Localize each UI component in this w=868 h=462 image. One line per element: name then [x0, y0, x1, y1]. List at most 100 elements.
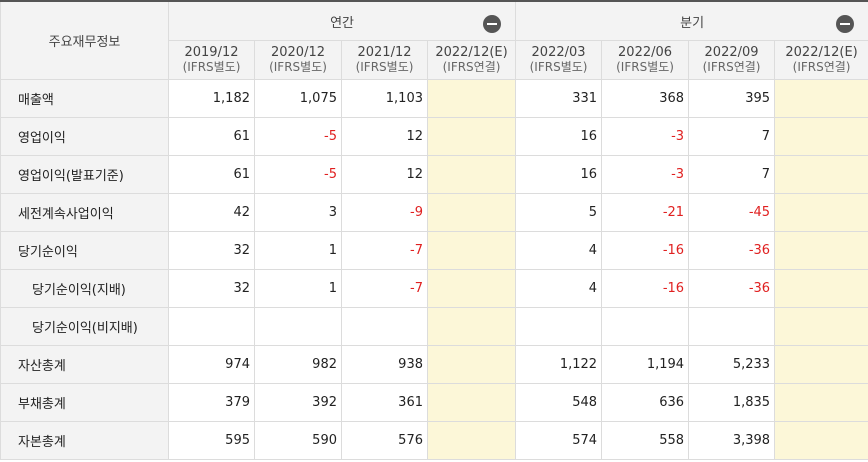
table-cell [774, 345, 868, 384]
table-cell: 636 [601, 383, 690, 422]
table-cell: -16 [601, 269, 690, 308]
table-cell [426, 79, 517, 118]
table-cell [426, 307, 517, 346]
table-cell: 3,398 [688, 421, 776, 460]
table-cell: 1,182 [168, 79, 255, 118]
table-cell: -7 [341, 231, 428, 270]
row-label: 당기순이익(지배) [0, 269, 169, 308]
table-cell [515, 307, 603, 346]
period-basis: (IFRS별도) [529, 60, 588, 74]
table-cell: 61 [168, 155, 255, 194]
table-cell [168, 307, 255, 346]
table-cell: 1,122 [515, 345, 603, 384]
period-basis: (IFRS연결) [442, 60, 501, 74]
table-cell: 368 [601, 79, 690, 118]
table-cell: 974 [168, 345, 255, 384]
table-cell [774, 383, 868, 422]
table-cell [774, 155, 868, 194]
table-cell: 42 [168, 193, 255, 232]
table-cell: 32 [168, 231, 255, 270]
annual-group-header: 연간 [167, 0, 517, 41]
table-cell: 395 [688, 79, 776, 118]
period-date: 2022/12(E) [435, 45, 508, 60]
table-cell: 361 [341, 383, 428, 422]
table-cell [601, 307, 690, 346]
table-row: 자산총계 974 982 938 1,122 1,194 5,233 [0, 345, 868, 384]
period-header-8: 2022/12(E) (IFRS연결) [774, 40, 868, 80]
row-label: 부채총계 [0, 383, 169, 422]
table-cell: -36 [688, 231, 776, 270]
table-cell: 4 [515, 231, 603, 270]
row-label: 당기순이익(비지배) [0, 307, 169, 346]
table-cell [341, 307, 428, 346]
table-cell [688, 307, 776, 346]
table-cell: -5 [254, 155, 342, 194]
period-basis: (IFRS별도) [616, 60, 674, 74]
table-cell: 1,835 [688, 383, 776, 422]
period-date: 2022/12(E) [785, 45, 858, 60]
table-title: 주요재무정보 [0, 0, 169, 80]
table-row: 영업이익(발표기준) 61 -5 12 16 -3 7 [0, 155, 868, 194]
table-cell [426, 345, 517, 384]
table-cell [774, 231, 868, 270]
table-cell: 595 [168, 421, 255, 460]
table-row: 세전계속사업이익 42 3 -9 5 -21 -45 [0, 193, 868, 232]
table-cell: -3 [601, 155, 690, 194]
table-cell: 331 [515, 79, 603, 118]
table-cell [774, 307, 868, 346]
table-cell: 32 [168, 269, 255, 308]
table-cell [426, 117, 517, 156]
table-cell [426, 269, 517, 308]
financial-summary-table: 주요재무정보 연간 분기 2019/12 (IFRS별도) 2020/12 (IFRS… [0, 0, 868, 460]
table-cell [426, 421, 517, 460]
table-cell: 379 [168, 383, 255, 422]
table-row: 당기순이익(지배) 32 1 -7 4 -16 -36 [0, 269, 868, 308]
table-cell: -5 [254, 117, 342, 156]
table-cell: -9 [341, 193, 428, 232]
table-row: 영업이익 61 -5 12 16 -3 7 [0, 117, 868, 156]
row-label: 영업이익 [0, 117, 169, 156]
period-date: 2019/12 [184, 45, 239, 60]
period-header-1: 2019/12 (IFRS별도) [168, 40, 255, 80]
table-row: 자본총계 595 590 576 574 558 3,398 [0, 421, 868, 460]
quarterly-collapse-icon[interactable] [836, 15, 855, 33]
table-cell: 548 [515, 383, 603, 422]
table-cell: 4 [515, 269, 603, 308]
period-basis: (IFRS별도) [182, 60, 241, 74]
table-cell [774, 269, 868, 308]
table-cell: 16 [515, 155, 603, 194]
table-cell [774, 117, 868, 156]
row-label: 매출액 [0, 79, 169, 118]
table-cell: 392 [254, 383, 342, 422]
period-date: 2020/12 [270, 45, 325, 60]
table-row: 매출액 1,182 1,075 1,103 331 368 395 [0, 79, 868, 118]
period-header-4: 2022/12(E) (IFRS연결) [426, 40, 517, 80]
table-cell: 576 [341, 421, 428, 460]
period-date: 2022/09 [704, 45, 759, 60]
table-cell [426, 155, 517, 194]
period-basis: (IFRS연결) [792, 60, 851, 74]
period-basis: (IFRS연결) [702, 60, 761, 74]
table-cell: 558 [601, 421, 690, 460]
annual-collapse-icon[interactable] [483, 15, 502, 33]
table-cell: -16 [601, 231, 690, 270]
table-cell [254, 307, 342, 346]
period-basis: (IFRS별도) [269, 60, 327, 74]
table-cell: -45 [688, 193, 776, 232]
table-cell: 574 [515, 421, 603, 460]
table-row: 부채총계 379 392 361 548 636 1,835 [0, 383, 868, 422]
period-header-3: 2021/12 (IFRS별도) [341, 40, 428, 80]
table-cell: -3 [601, 117, 690, 156]
annual-group-label: 연간 [330, 15, 354, 31]
table-row: 당기순이익(비지배) [0, 307, 868, 346]
period-date: 2022/03 [531, 45, 586, 60]
table-cell: 1,194 [601, 345, 690, 384]
table-cell [774, 193, 868, 232]
table-cell: 61 [168, 117, 255, 156]
table-cell: 12 [341, 155, 428, 194]
row-label: 자산총계 [0, 345, 169, 384]
table-cell [774, 421, 868, 460]
table-cell: 938 [341, 345, 428, 384]
table-cell: 5 [515, 193, 603, 232]
table-cell [426, 383, 517, 422]
